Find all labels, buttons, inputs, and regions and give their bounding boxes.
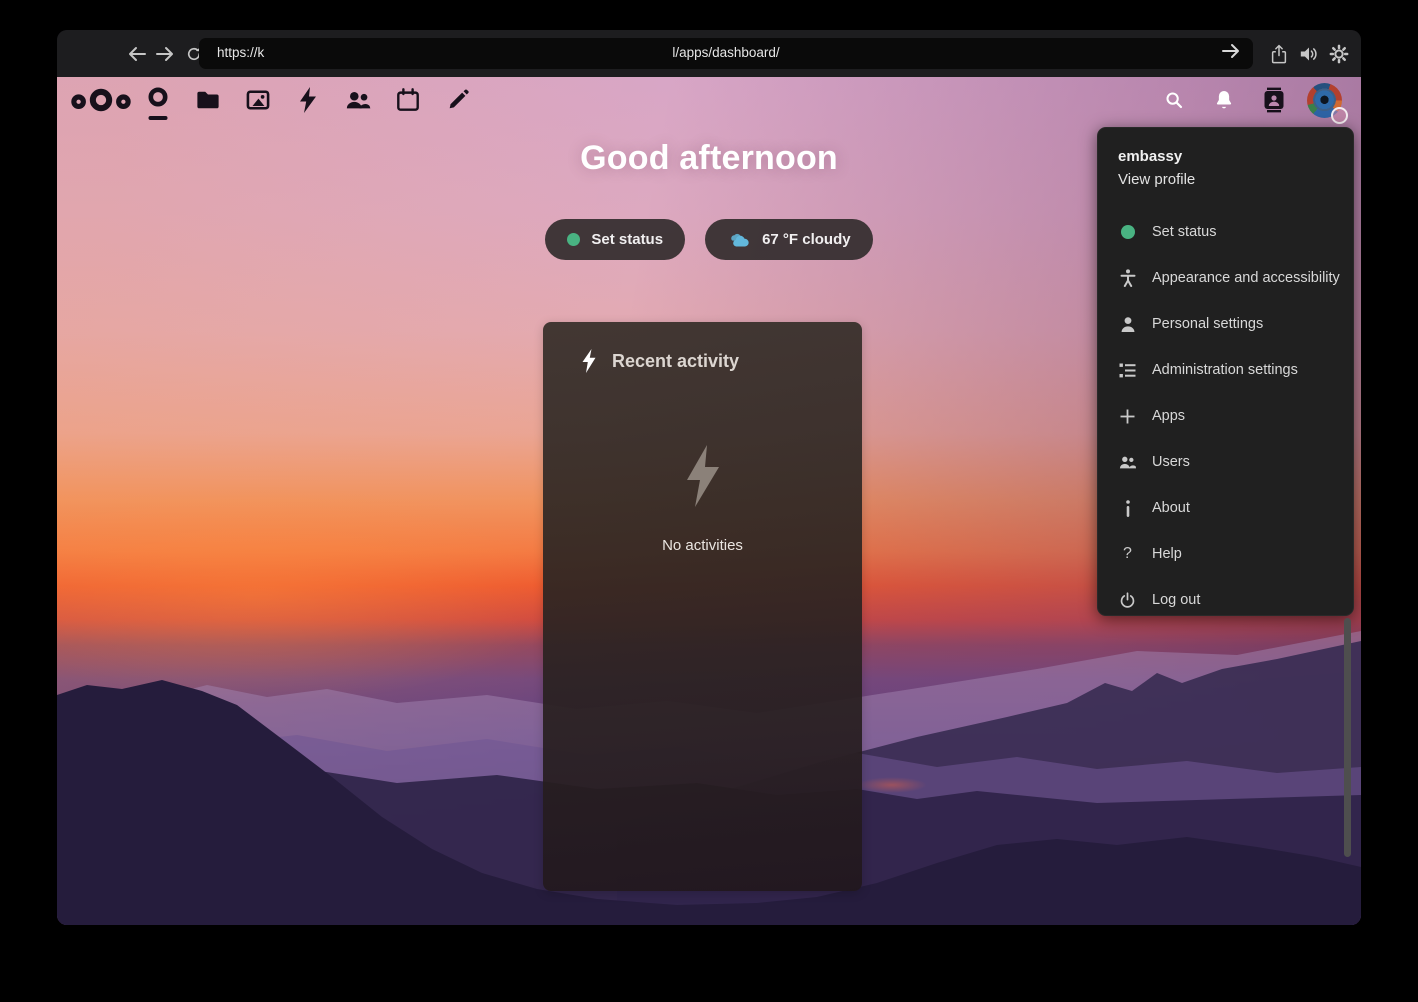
activity-bolt-icon — [581, 349, 597, 373]
admin-list-icon — [1119, 363, 1136, 378]
screen: https://k l/apps/dashboard/ — [0, 0, 1418, 1002]
accessibility-icon — [1119, 269, 1136, 287]
menu-item-personal-settings[interactable]: Personal settings — [1098, 301, 1353, 347]
menu-item-users[interactable]: Users — [1098, 439, 1353, 485]
weather-label: 67 °F cloudy — [762, 231, 851, 248]
settings-button[interactable] — [1324, 30, 1354, 77]
set-status-button[interactable]: Set status — [545, 219, 685, 260]
menu-item-label: Administration settings — [1152, 362, 1298, 378]
plus-icon — [1119, 409, 1136, 424]
menu-item-administration-settings[interactable]: Administration settings — [1098, 347, 1353, 393]
forward-button[interactable] — [150, 30, 180, 77]
back-arrow-icon — [130, 48, 145, 60]
menu-item-label: Log out — [1152, 592, 1200, 608]
browser-window: https://k l/apps/dashboard/ — [57, 30, 1361, 925]
menu-item-label: Help — [1152, 546, 1182, 562]
share-button[interactable] — [1264, 30, 1294, 77]
address-bar[interactable]: https://k l/apps/dashboard/ — [199, 38, 1253, 69]
weather-button[interactable]: 67 °F cloudy — [705, 219, 873, 260]
person-icon — [1119, 316, 1136, 333]
dashboard-icon — [146, 86, 170, 114]
people-icon — [345, 89, 371, 111]
app-calendar[interactable] — [383, 77, 433, 123]
menu-item-set-status[interactable]: Set status — [1098, 209, 1353, 255]
search-button[interactable] — [1149, 77, 1199, 123]
app-activity[interactable] — [283, 77, 333, 123]
online-status-dot-icon — [567, 233, 580, 246]
notifications-button[interactable] — [1199, 77, 1249, 123]
status-dot-icon — [1119, 225, 1136, 239]
menu-item-appearance[interactable]: Appearance and accessibility — [1098, 255, 1353, 301]
empty-activity-bolt-icon — [680, 445, 726, 507]
scrollbar-thumb[interactable] — [1344, 618, 1351, 857]
forward-arrow-icon — [157, 48, 172, 60]
volume-icon — [1299, 45, 1319, 63]
gear-icon — [1329, 44, 1349, 64]
menu-item-label: Appearance and accessibility — [1152, 270, 1340, 286]
search-icon — [1163, 89, 1185, 111]
back-button[interactable] — [122, 30, 152, 77]
account-menu: embassy View profile Set status Appearan… — [1097, 127, 1354, 616]
calendar-icon — [396, 88, 420, 112]
set-status-label: Set status — [591, 231, 663, 248]
account-menu-button[interactable] — [1299, 77, 1349, 123]
view-profile-link[interactable]: View profile — [1118, 168, 1333, 191]
menu-item-label: Personal settings — [1152, 316, 1263, 332]
info-icon — [1119, 500, 1136, 517]
nextcloud-logo[interactable] — [69, 87, 133, 113]
users-icon — [1119, 455, 1136, 470]
menu-item-label: About — [1152, 500, 1190, 516]
power-icon — [1119, 592, 1136, 609]
recent-activity-widget: Recent activity No activities — [543, 322, 862, 891]
active-app-indicator — [149, 116, 168, 120]
avatar[interactable] — [1307, 83, 1342, 118]
nextcloud-header — [57, 77, 1361, 123]
widget-title: Recent activity — [612, 351, 739, 372]
browser-toolbar: https://k l/apps/dashboard/ — [57, 30, 1361, 77]
app-photos[interactable] — [233, 77, 283, 123]
question-icon: ? — [1119, 545, 1136, 563]
menu-item-about[interactable]: About — [1098, 485, 1353, 531]
menu-item-apps[interactable]: Apps — [1098, 393, 1353, 439]
app-dashboard[interactable] — [133, 77, 183, 123]
volume-button[interactable] — [1294, 30, 1324, 77]
folder-icon — [196, 89, 220, 111]
app-notes[interactable] — [433, 77, 483, 123]
share-icon — [1270, 44, 1288, 64]
menu-item-label: Users — [1152, 454, 1190, 470]
cloudy-weather-icon — [727, 232, 751, 248]
app-contacts[interactable] — [333, 77, 383, 123]
go-arrow-icon[interactable] — [1221, 43, 1241, 59]
photos-icon — [246, 89, 270, 111]
empty-state-text: No activities — [662, 537, 743, 554]
url-path-text: l/apps/dashboard/ — [199, 45, 1253, 60]
lightning-icon — [298, 87, 318, 113]
menu-item-label: Apps — [1152, 408, 1185, 424]
menu-item-logout[interactable]: Log out — [1098, 577, 1353, 623]
nextcloud-logo-icon — [70, 87, 132, 113]
notifications-bell-icon — [1213, 89, 1235, 112]
nextcloud-dashboard-page: Good afternoon Set status 67 °F cloudy — [57, 77, 1361, 925]
contacts-menu-button[interactable] — [1249, 77, 1299, 123]
menu-item-help[interactable]: ? Help — [1098, 531, 1353, 577]
pencil-icon — [446, 88, 470, 112]
app-files[interactable] — [183, 77, 233, 123]
account-display-name: embassy — [1118, 145, 1333, 168]
status-indicator-icon — [1331, 107, 1348, 124]
contacts-menu-icon — [1262, 87, 1286, 113]
menu-item-label: Set status — [1152, 224, 1216, 240]
